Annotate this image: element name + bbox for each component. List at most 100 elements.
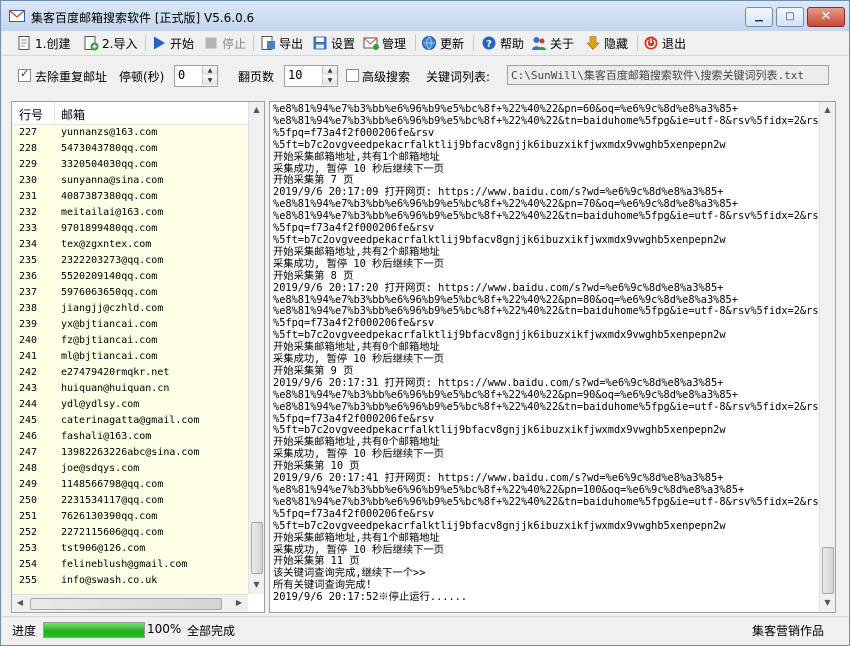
log-vertical-scrollbar[interactable]: ▲ ▼ [819,102,835,612]
close-button[interactable]: ✕ [807,7,845,27]
list-item[interactable]: 242 e27479420rmqkr.net [12,365,248,381]
list-item[interactable]: 251 7626130390qq.com [12,509,248,525]
list-item[interactable]: 252 2272115606@qq.com [12,525,248,541]
minimize-button[interactable]: ▁ [745,7,773,27]
list-item[interactable]: 253 tst906@126.com [12,541,248,557]
hide-button[interactable]: 隐藏 [585,33,628,53]
scroll-down-arrow-icon[interactable]: ▼ [249,580,264,589]
scroll-thumb[interactable] [251,522,263,574]
list-item[interactable]: 231 4087387380qq.com [12,189,248,205]
exit-button[interactable]: 退出 [643,33,686,53]
start-button[interactable]: 开始 [151,33,194,53]
list-item[interactable]: 240 fz@bjtiancai.com [12,333,248,349]
log-line: 2019/9/6 20:17:20 打开网页: https://www.baid… [273,281,724,294]
list-item[interactable]: 229 3320504030qq.com [12,157,248,173]
log-line: %e8%81%94%e7%b3%bb%e6%96%b9%e5%bc%8f+%22… [273,388,738,401]
row-email: 5473043780qq.com [61,143,158,154]
column-header-email[interactable]: 邮箱 [61,106,85,123]
list-item[interactable]: 239 yx@bjtiancai.com [12,317,248,333]
app-envelope-icon [9,10,25,22]
scroll-up-arrow-icon[interactable]: ▲ [249,105,264,114]
row-number: 236 [19,271,38,282]
list-horizontal-scrollbar[interactable]: ◀ ▶ [12,594,248,612]
list-item[interactable]: 246 fashali@163.com [12,429,248,445]
row-number: 254 [19,559,38,570]
row-number: 245 [19,415,38,426]
row-number: 246 [19,431,38,442]
list-item[interactable]: 232 meitailai@163.com [12,205,248,221]
scroll-down-arrow-icon[interactable]: ▼ [820,598,835,607]
advanced-search-label: 高级搜索 [362,70,411,84]
update-button[interactable]: 更新 [421,33,464,53]
scroll-right-arrow-icon[interactable]: ▶ [234,598,244,607]
progress-status-text: 全部完成 [187,624,236,638]
maximize-button[interactable]: □ [776,7,804,27]
row-email: joe@sdqys.com [61,463,140,474]
scroll-up-arrow-icon[interactable]: ▲ [820,105,835,114]
list-item[interactable]: 250 2231534117@qq.com [12,493,248,509]
column-header-number[interactable]: 行号 [19,106,43,123]
row-email: felineblush@gmail.com [61,559,188,570]
toolbar-separator [637,35,638,51]
list-item[interactable]: 245 caterinagatta@gmail.com [12,413,248,429]
scroll-thumb[interactable] [822,547,834,594]
row-email: huiquan@huiquan.cn [61,383,170,394]
advanced-search-checkbox[interactable] [346,69,359,82]
list-item[interactable]: 254 felineblush@gmail.com [12,557,248,573]
play-icon [154,36,165,50]
about-button[interactable]: 关于 [531,33,574,53]
list-item[interactable]: 233 9701899480qq.com [12,221,248,237]
log-line: %5fpq=f73a4f2f000206fe&rsv [273,126,435,139]
import-button[interactable]: 2.导入 [83,33,137,53]
stepper-down-arrow-icon[interactable]: ▼ [202,76,217,85]
row-email: tex@zgxntex.com [61,239,152,250]
list-item[interactable]: 243 huiquan@huiquan.cn [12,381,248,397]
list-item[interactable]: 237 5976063650qq.com [12,285,248,301]
dedupe-checkbox[interactable] [18,67,31,82]
list-item[interactable]: 255 info@swash.co.uk [12,573,248,589]
list-item[interactable]: 241 ml@bjtiancai.com [12,349,248,365]
stepper-up-arrow-icon[interactable]: ▲ [322,66,337,75]
row-number: 228 [19,143,38,154]
stepper-up-arrow-icon[interactable]: ▲ [202,66,217,75]
pause-seconds-stepper[interactable]: 0 ▲ ▼ [174,65,218,87]
settings-label: 设置 [331,36,356,51]
row-number: 237 [19,287,38,298]
stepper-down-arrow-icon[interactable]: ▼ [322,76,337,85]
list-vertical-scrollbar[interactable]: ▲ ▼ [248,102,264,594]
list-item[interactable]: 236 5520209140qq.com [12,269,248,285]
log-panel[interactable]: %e8%81%94%e7%b3%bb%e6%96%b9%e5%bc%8f+%22… [269,101,836,613]
list-item[interactable]: 234 tex@zgxntex.com [12,237,248,253]
list-item[interactable]: 248 joe@sdqys.com [12,461,248,477]
create-button[interactable]: 1.创建 [16,33,70,53]
list-item[interactable]: 238 jiangjj@czhld.com [12,301,248,317]
email-list[interactable]: 行号 邮箱 227 yunnanzs@163.com 228 5473043780qq… [11,101,265,613]
export-button[interactable]: 导出 [260,33,303,53]
scroll-thumb[interactable] [30,598,222,610]
list-item[interactable]: 235 2322203273@qq.com [12,253,248,269]
list-item[interactable]: 230 sunyanna@sina.com [12,173,248,189]
settings-button[interactable]: 设置 [312,33,355,53]
progress-label: 进度 [12,624,37,638]
row-email: 13982263226abc@sina.com [61,447,200,458]
list-item[interactable]: 227 yunnanzs@163.com [12,125,248,141]
log-line: %5fpq=f73a4f2f000206fe&rsv [273,507,435,520]
keyword-list-label: 关键词列表: [426,70,491,84]
stop-button[interactable]: 停止 [203,33,246,53]
help-label: 帮助 [500,36,525,51]
log-line: 开始采集邮箱地址,共有1个邮箱地址 [273,150,440,163]
list-item[interactable]: 244 ydl@ydlsy.com [12,397,248,413]
list-item[interactable]: 249 1148566798@qq.com [12,477,248,493]
help-button[interactable]: ? 帮助 [481,33,524,53]
power-exit-icon [644,36,658,50]
pages-stepper[interactable]: 10 ▲ ▼ [284,65,338,87]
keyword-list-path-field[interactable]: C:\SunWill\集客百度邮箱搜索软件\搜索关键词列表.txt [507,65,829,85]
list-item[interactable]: 228 5473043780qq.com [12,141,248,157]
column-divider[interactable] [54,102,55,124]
scroll-left-arrow-icon[interactable]: ◀ [15,598,25,607]
manage-button[interactable]: 管理 [363,33,406,53]
row-email: fz@bjtiancai.com [61,335,158,346]
list-item[interactable]: 247 13982263226abc@sina.com [12,445,248,461]
window-title: 集客百度邮箱搜索软件 [正式版] V5.6.0.6 [31,11,255,25]
title-bar[interactable]: 集客百度邮箱搜索软件 [正式版] V5.6.0.6 ▁ □ ✕ [1,1,849,31]
